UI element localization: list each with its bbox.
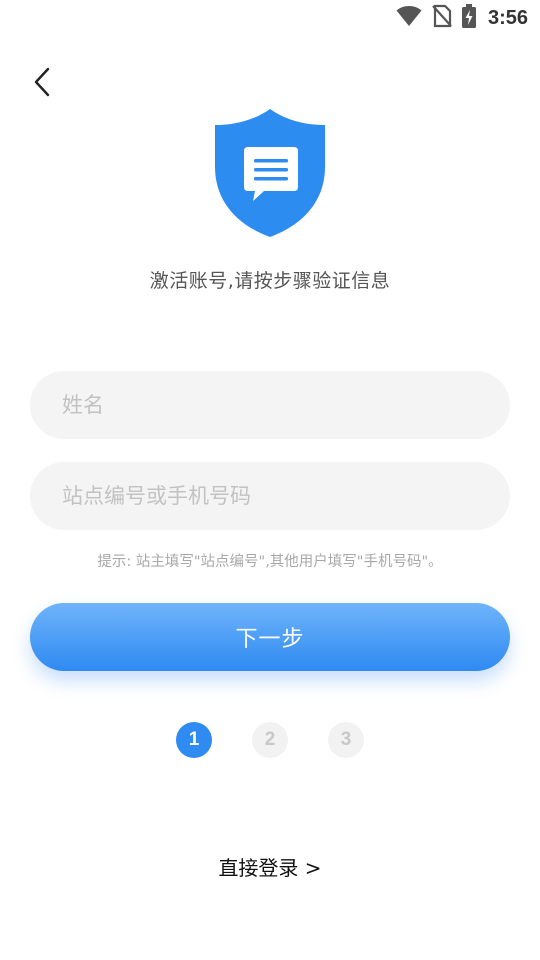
shield-message-icon [211, 107, 329, 239]
step-2: 2 [252, 722, 288, 758]
no-sim-icon [432, 4, 452, 32]
hint-text: 提示: 站主填写"站点编号",其他用户填写"手机号码"。 [97, 554, 443, 570]
step-3: 3 [328, 722, 364, 758]
direct-login-link[interactable]: 直接登录 > [0, 852, 540, 881]
status-bar: 3:56 [0, 0, 540, 36]
step-indicator: 1 2 3 [0, 722, 540, 758]
page-subtitle: 激活账号,请按步骤验证信息 [149, 270, 391, 292]
back-button[interactable] [22, 62, 62, 106]
step-1: 1 [176, 722, 212, 758]
next-step-button[interactable]: 下一步 [30, 603, 510, 671]
wifi-icon [396, 5, 422, 31]
status-icons: 3:56 [396, 4, 528, 32]
name-input[interactable] [30, 371, 510, 439]
status-time: 3:56 [487, 6, 528, 29]
station-or-phone-input[interactable] [30, 462, 510, 530]
battery-charging-icon [461, 4, 476, 32]
chevron-left-icon [32, 66, 52, 102]
